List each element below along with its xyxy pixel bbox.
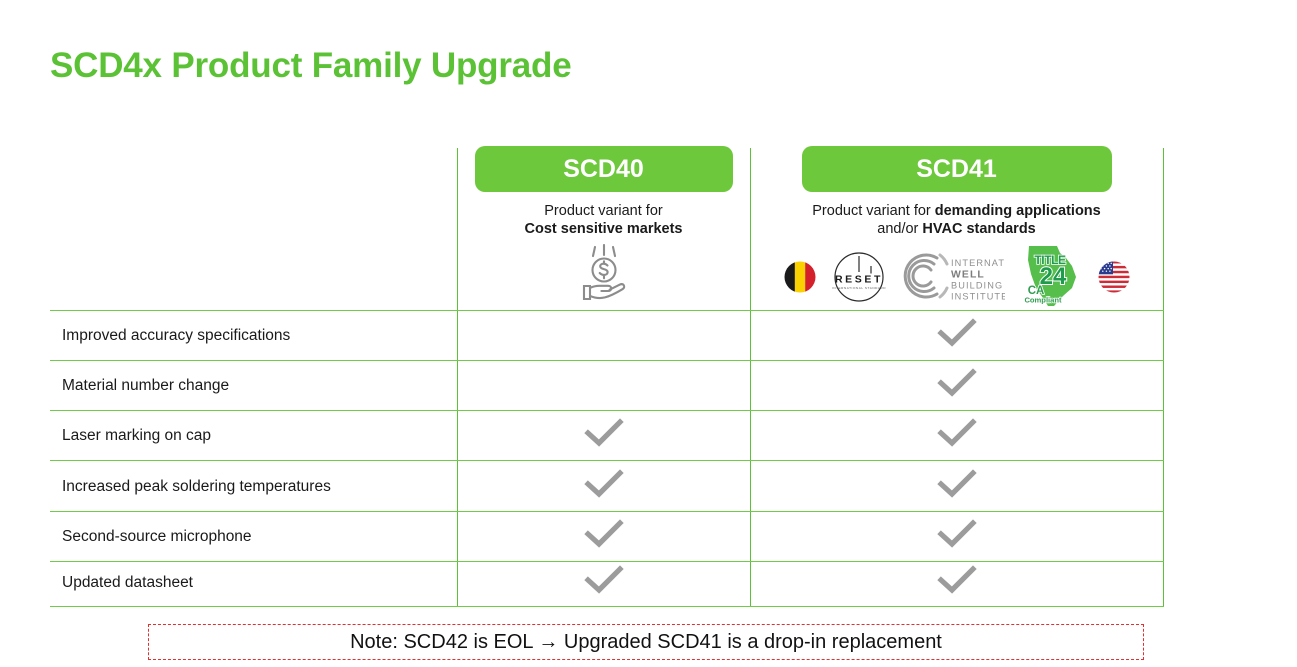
cell-scd41-row5 bbox=[750, 519, 1163, 556]
comparison-table: SCD40 Product variant for Cost sensitive… bbox=[50, 146, 1164, 607]
row-divider bbox=[50, 511, 1164, 512]
table-right-border bbox=[1163, 148, 1164, 607]
cell-scd40-row5 bbox=[457, 519, 750, 556]
row-label: Improved accuracy specifications bbox=[62, 327, 291, 344]
cell-scd41-row4 bbox=[750, 469, 1163, 506]
certification-badges: RESET INTERNATIONAL STANDARD INTERNATION bbox=[750, 244, 1163, 315]
cell-scd41-row2 bbox=[750, 368, 1163, 405]
row-divider bbox=[50, 410, 1164, 411]
svg-text:BUILDING: BUILDING bbox=[951, 281, 1003, 291]
svg-text:WELL: WELL bbox=[951, 270, 985, 281]
svg-text:INSTITUTE™: INSTITUTE™ bbox=[951, 292, 1005, 302]
column-subtitle-scd40-line1: Product variant for bbox=[544, 203, 663, 219]
column-subtitle-scd41-line2-prefix: and/or bbox=[877, 221, 923, 237]
row-divider bbox=[50, 310, 1164, 311]
check-icon bbox=[583, 565, 624, 594]
column-subtitle-scd41-line1-bold: demanding applications bbox=[934, 203, 1101, 219]
cell-scd41-row6 bbox=[750, 565, 1163, 602]
row-label: Updated datasheet bbox=[62, 574, 193, 591]
check-icon bbox=[936, 565, 977, 594]
usa-flag-badge bbox=[1097, 260, 1131, 299]
column-subtitle-scd40-line2: Cost sensitive markets bbox=[524, 221, 683, 237]
svg-text:INTERNATIONAL: INTERNATIONAL bbox=[951, 258, 1005, 268]
check-icon bbox=[936, 368, 977, 397]
well-building-institute-badge: INTERNATIONAL WELL BUILDING INSTITUTE™ bbox=[901, 248, 1037, 311]
column-subtitle-scd40: Product variant for Cost sensitive marke… bbox=[457, 202, 750, 238]
check-icon bbox=[936, 519, 977, 548]
page-title: SCD4x Product Family Upgrade bbox=[50, 46, 572, 85]
cell-scd40-row3 bbox=[457, 418, 750, 455]
row-label: Increased peak soldering temperatures bbox=[62, 478, 331, 495]
cell-scd41-row3 bbox=[750, 418, 1163, 455]
check-icon bbox=[583, 519, 624, 548]
svg-text:RESET: RESET bbox=[834, 274, 882, 286]
row-label: Material number change bbox=[62, 377, 230, 394]
belgium-flag-badge bbox=[783, 260, 817, 299]
column-subtitle-scd41-line2-bold: HVAC standards bbox=[922, 221, 1036, 237]
column-header-scd40: SCD40 Product variant for Cost sensitive… bbox=[457, 146, 750, 302]
check-icon bbox=[583, 418, 624, 447]
check-icon bbox=[936, 469, 977, 498]
svg-text:INTERNATIONAL STANDARD: INTERNATIONAL STANDARD bbox=[831, 286, 885, 290]
column-header-scd41: SCD41 Product variant for demanding appl… bbox=[750, 146, 1163, 315]
table-bottom-border bbox=[50, 606, 1164, 607]
check-icon bbox=[583, 469, 624, 498]
column-subtitle-scd41: Product variant for demanding applicatio… bbox=[750, 202, 1163, 238]
row-label: Laser marking on cap bbox=[62, 427, 212, 444]
row-divider bbox=[50, 561, 1164, 562]
svg-text:Compliant: Compliant bbox=[1024, 296, 1062, 305]
cell-scd41-row1 bbox=[750, 318, 1163, 355]
check-icon bbox=[936, 318, 977, 347]
cell-scd40-row6 bbox=[457, 565, 750, 602]
row-divider bbox=[50, 460, 1164, 461]
title-24-ca-compliant-badge: TITLE 24 CA Compliant bbox=[1019, 244, 1083, 315]
column-header-scd40-label: SCD40 bbox=[474, 146, 733, 192]
reset-standard-badge: RESET INTERNATIONAL STANDARD bbox=[831, 249, 887, 310]
hand-holding-coin-icon bbox=[457, 244, 750, 302]
row-label: Second-source microphone bbox=[62, 528, 252, 545]
row-divider bbox=[50, 360, 1164, 361]
check-icon bbox=[936, 418, 977, 447]
column-subtitle-scd41-line1-prefix: Product variant for bbox=[812, 203, 935, 219]
footer-note: Note: SCD42 is EOL → Upgraded SCD41 is a… bbox=[148, 624, 1144, 660]
column-header-scd41-label: SCD41 bbox=[801, 146, 1112, 192]
cell-scd40-row4 bbox=[457, 469, 750, 506]
